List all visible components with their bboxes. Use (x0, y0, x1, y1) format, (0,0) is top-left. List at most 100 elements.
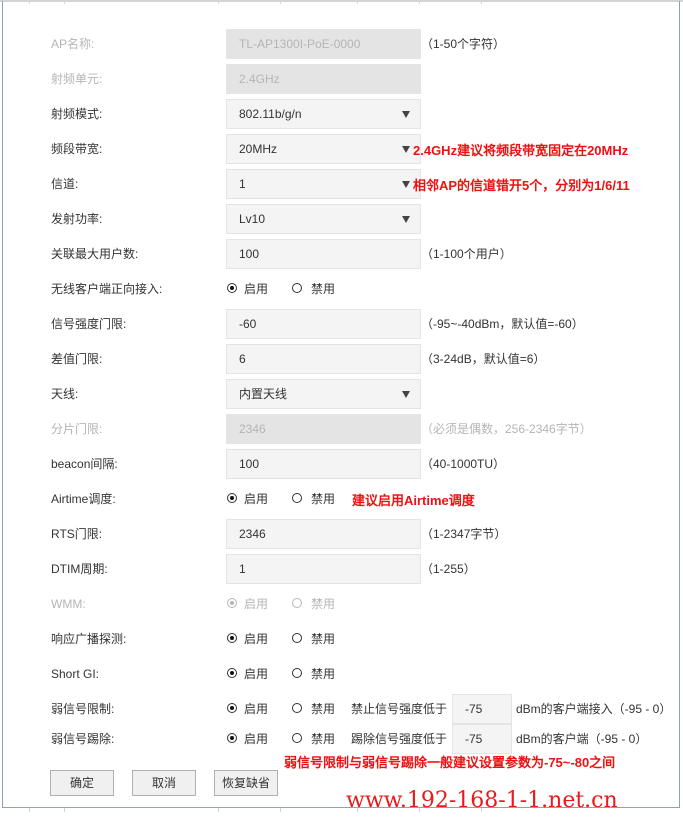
beacon-interval-label: beacon间隔: (51, 457, 118, 471)
broadcast-probe-enable-label[interactable]: 启用 (244, 624, 268, 654)
weak-limit-prefix: 禁止信号强度低于 (351, 702, 448, 716)
ap-name-hint: （1-50个字符） (421, 37, 506, 51)
weak-signal-note: 弱信号限制与弱信号踢除一般建议设置参数为-75~-80之间 (284, 755, 616, 770)
dropdown-arrow-icon (402, 146, 410, 153)
row-bandwidth: 频段带宽: 20MHz 2.4GHz建议将频段带宽固定在20MHz (0, 134, 683, 164)
diff-threshold-hint: （3-24dB，默认值=6） (421, 352, 546, 366)
broadcast-probe-enable-radio[interactable] (227, 633, 237, 643)
signal-threshold-input[interactable]: -60 (226, 309, 421, 339)
frag-threshold-hint: （必须是偶数，256-2346字节） (421, 422, 592, 436)
ap-name-input: TL-AP1300I-PoE-0000 (226, 29, 421, 59)
restore-default-button[interactable]: 恢复缺省 (214, 770, 278, 796)
antenna-label: 天线: (51, 387, 79, 401)
bandwidth-label: 频段带宽: (51, 142, 103, 156)
antenna-select[interactable]: 内置天线 (226, 379, 421, 409)
bandwidth-note: 2.4GHz建议将频段带宽固定在20MHz (413, 143, 629, 158)
row-broadcast-probe: 响应广播探测: 启用 禁用 (0, 624, 683, 654)
tx-power-value: Lv10 (239, 212, 266, 226)
row-channel: 信道: 1 相邻AP的信道错开5个，分别为1/6/11 (0, 169, 683, 199)
wmm-disable-radio (292, 598, 302, 608)
dtim-period-input[interactable]: 1 (226, 554, 421, 584)
channel-note: 相邻AP的信道错开5个，分别为1/6/11 (413, 178, 630, 193)
wmm-enable-label: 启用 (244, 597, 269, 611)
signal-threshold-hint: （-95~-40dBm，默认值=-60） (421, 317, 584, 331)
broadcast-probe-disable-label[interactable]: 禁用 (311, 624, 335, 654)
airtime-disable-label[interactable]: 禁用 (311, 484, 335, 514)
radio-mode-select[interactable]: 802.11b/g/n (226, 99, 421, 129)
weak-limit-input[interactable]: -75 (452, 694, 512, 724)
airtime-disable-radio[interactable] (292, 493, 302, 503)
radio-unit-input: 2.4GHz (226, 64, 421, 94)
radio-unit-label: 射频单元: (51, 72, 103, 86)
band-steering-disable-radio[interactable] (292, 283, 302, 293)
channel-value: 1 (239, 177, 246, 191)
weak-kick-enable-label[interactable]: 启用 (244, 724, 268, 754)
weak-kick-enable-radio[interactable] (227, 733, 237, 743)
band-steering-disable-label[interactable]: 禁用 (311, 274, 335, 304)
weak-limit-disable-label[interactable]: 禁用 (311, 694, 335, 724)
weak-kick-suffix: dBm的客户端（-95 - 0） (516, 732, 648, 746)
rts-threshold-label: RTS门限: (51, 527, 103, 541)
ok-button[interactable]: 确定 (50, 770, 114, 796)
row-diff-threshold: 差值门限: 6 （3-24dB，默认值=6） (0, 344, 683, 374)
wmm-disable-label: 禁用 (311, 597, 336, 611)
weak-limit-label: 弱信号限制: (51, 702, 115, 716)
max-users-input[interactable]: 100 (226, 239, 421, 269)
broadcast-probe-label: 响应广播探测: (51, 632, 127, 646)
dropdown-arrow-icon (402, 111, 410, 118)
weak-kick-disable-radio[interactable] (292, 733, 302, 743)
channel-label: 信道: (51, 177, 79, 191)
frag-threshold-label: 分片门限: (51, 422, 103, 436)
short-gi-enable-label[interactable]: 启用 (244, 659, 268, 689)
dropdown-arrow-icon (402, 216, 410, 223)
weak-limit-disable-radio[interactable] (292, 703, 302, 713)
dtim-period-label: DTIM周期: (51, 562, 108, 576)
ap-name-label: AP名称: (51, 37, 95, 51)
channel-select[interactable]: 1 (226, 169, 421, 199)
dropdown-arrow-icon (402, 181, 410, 188)
row-beacon-interval: beacon间隔: 100 （40-1000TU） (0, 449, 683, 479)
beacon-interval-input[interactable]: 100 (226, 449, 421, 479)
max-users-label: 关联最大用户数: (51, 247, 139, 261)
max-users-hint: （1-100个用户） (421, 247, 512, 261)
wmm-enable-radio (227, 598, 237, 608)
weak-kick-label: 弱信号踢除: (51, 732, 115, 746)
watermark: www.192-168-1-1.net.cn (346, 788, 618, 813)
airtime-label: Airtime调度: (51, 492, 116, 506)
wmm-label: WMM: (51, 597, 86, 611)
antenna-value: 内置天线 (239, 387, 288, 401)
diff-threshold-input[interactable]: 6 (226, 344, 421, 374)
weak-kick-disable-label[interactable]: 禁用 (311, 724, 335, 754)
band-steering-label: 无线客户端正向接入: (51, 282, 163, 296)
weak-limit-enable-radio[interactable] (227, 703, 237, 713)
row-frag-threshold: 分片门限: 2346 （必须是偶数，256-2346字节） (0, 414, 683, 444)
row-rts-threshold: RTS门限: 2346 （1-2347字节） (0, 519, 683, 549)
broadcast-probe-disable-radio[interactable] (292, 633, 302, 643)
tx-power-label: 发射功率: (51, 212, 103, 226)
weak-limit-suffix: dBm的客户端接入（-95 - 0） (516, 702, 672, 716)
band-steering-enable-label[interactable]: 启用 (244, 274, 268, 304)
weak-limit-enable-label[interactable]: 启用 (244, 694, 268, 724)
row-tx-power: 发射功率: Lv10 (0, 204, 683, 234)
cancel-button[interactable]: 取消 (132, 770, 196, 796)
band-steering-enable-radio[interactable] (227, 283, 237, 293)
weak-kick-prefix: 踢除信号强度低于 (351, 732, 448, 746)
bandwidth-select[interactable]: 20MHz (226, 134, 421, 164)
tx-power-select[interactable]: Lv10 (226, 204, 421, 234)
airtime-enable-label[interactable]: 启用 (244, 484, 268, 514)
row-airtime: Airtime调度: 启用 禁用 建议启用Airtime调度 (0, 484, 683, 514)
weak-kick-input[interactable]: -75 (452, 724, 512, 754)
row-antenna: 天线: 内置天线 (0, 379, 683, 409)
short-gi-disable-label[interactable]: 禁用 (311, 659, 335, 689)
dropdown-arrow-icon (402, 391, 410, 398)
rts-threshold-hint: （1-2347字节） (421, 527, 507, 541)
airtime-enable-radio[interactable] (227, 493, 237, 503)
short-gi-disable-radio[interactable] (292, 668, 302, 678)
row-radio-mode: 射频模式: 802.11b/g/n (0, 99, 683, 129)
row-max-users: 关联最大用户数: 100 （1-100个用户） (0, 239, 683, 269)
short-gi-enable-radio[interactable] (227, 668, 237, 678)
row-band-steering: 无线客户端正向接入: 启用 禁用 (0, 274, 683, 304)
row-weak-limit: 弱信号限制: 启用 禁用 禁止信号强度低于 -75 dBm的客户端接入（-95 … (0, 694, 683, 724)
beacon-interval-hint: （40-1000TU） (421, 457, 506, 471)
rts-threshold-input[interactable]: 2346 (226, 519, 421, 549)
